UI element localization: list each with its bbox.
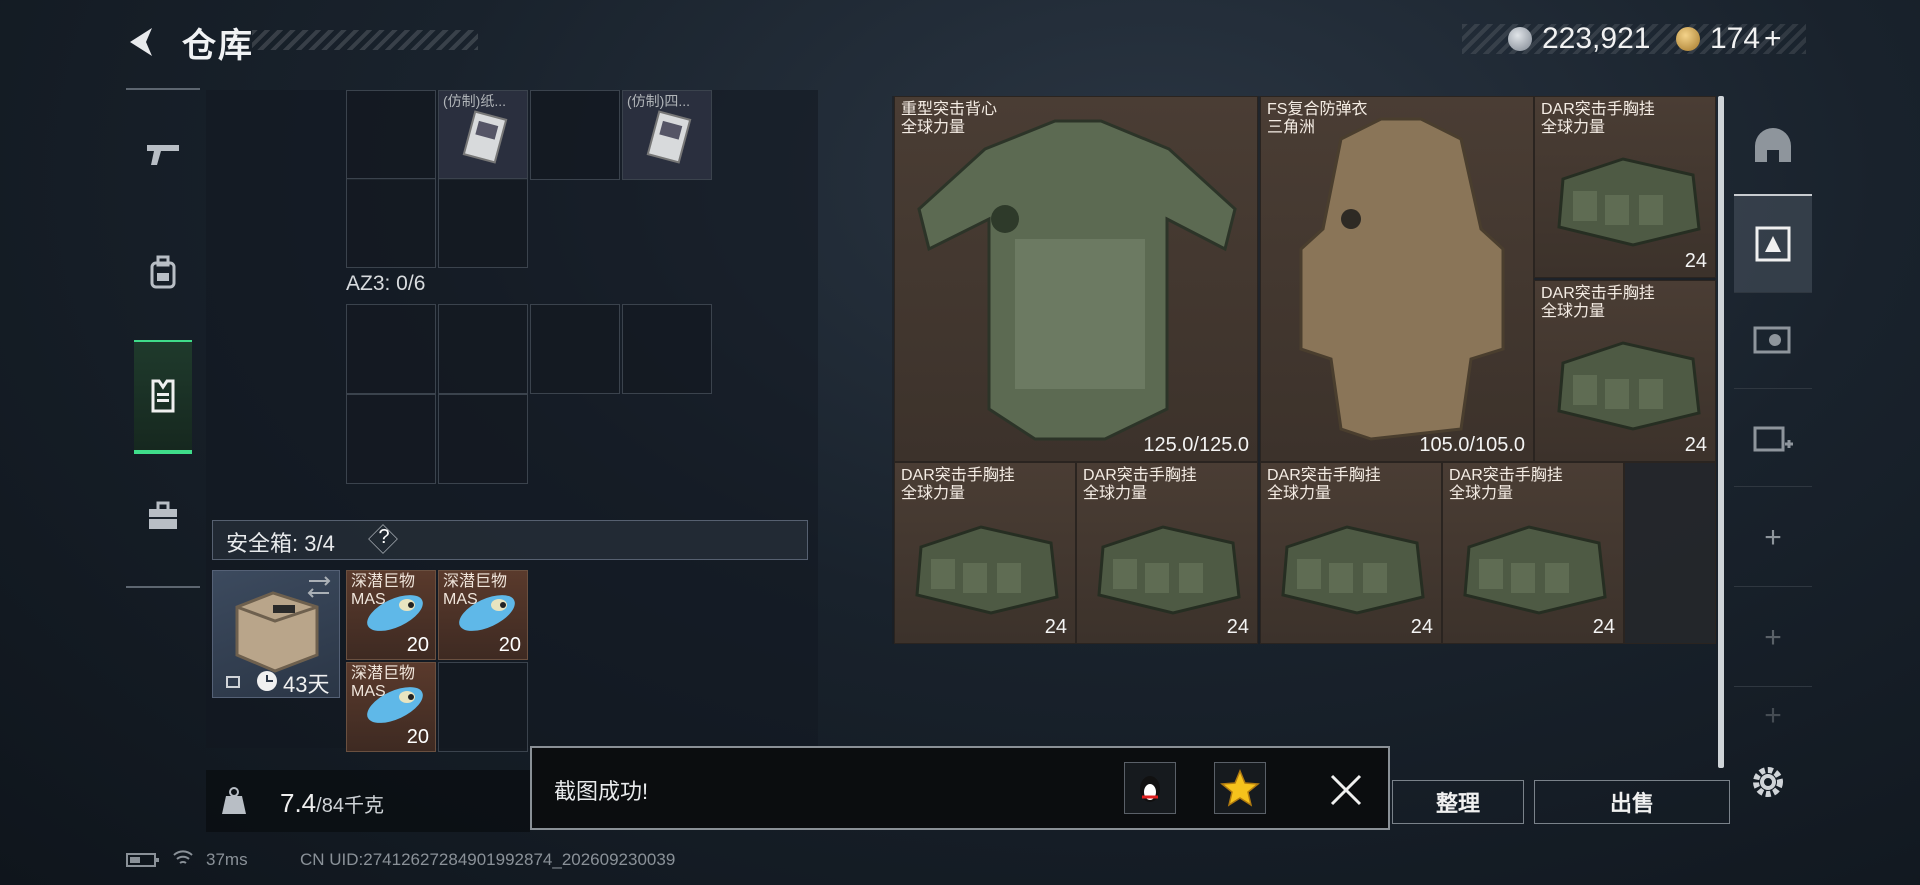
lure-item[interactable]: 深潜巨物 MAS 20 (438, 570, 528, 660)
chest-rig-icon (1281, 525, 1425, 615)
stash-scrollbar[interactable] (1718, 96, 1724, 768)
empty-slot[interactable] (530, 304, 620, 394)
empty-slot[interactable] (622, 304, 712, 394)
sidebar-item-backpacks[interactable] (134, 232, 192, 312)
wifi-icon (173, 850, 193, 864)
plus-icon: + (1764, 521, 1782, 554)
stash-item-chest-rig[interactable]: DAR突击手胸挂 全球力量 24 (1260, 462, 1442, 644)
gold-amount: 174 (1710, 22, 1761, 55)
lure-item[interactable]: 深潜巨物 MAS 20 (346, 570, 436, 660)
filter-helmet[interactable] (1734, 98, 1812, 195)
plus-icon: + (1764, 699, 1782, 732)
ping-readout: 37ms (206, 850, 248, 869)
vest-slot-icon (1755, 226, 1791, 262)
sell-button[interactable]: 出售 (1534, 780, 1730, 824)
add-slot-icon (1753, 426, 1793, 452)
az3-capacity-label: AZ3: 0/6 (346, 272, 426, 295)
safebox-label: 安全箱: 3/4 (226, 531, 335, 556)
silver-coin-icon (1508, 27, 1532, 51)
container-item[interactable]: (仿制)纸... (438, 90, 528, 180)
add-slot-button[interactable]: + (1734, 490, 1812, 587)
document-icon (646, 110, 692, 164)
add-gold-button[interactable]: + (1764, 22, 1782, 56)
empty-slot[interactable] (438, 394, 528, 484)
empty-slot[interactable] (346, 90, 436, 180)
help-mark: ? (378, 526, 390, 548)
helmet-icon (1755, 128, 1791, 162)
weight-icon (222, 787, 246, 814)
empty-slot[interactable] (1624, 462, 1716, 644)
empty-slot[interactable] (438, 178, 528, 268)
chest-rig-icon (1557, 341, 1701, 431)
toast-message: 截图成功! (554, 779, 649, 804)
heavy-assault-vest-icon (917, 119, 1237, 441)
sidebar-item-cases[interactable] (134, 476, 192, 556)
stash-item-chest-rig[interactable]: DAR突击手胸挂 全球力量 24 (1534, 96, 1716, 278)
stash-item-fs-armor[interactable]: FS复合防弹衣 三角洲 105.0/105.0 (1260, 96, 1534, 462)
ammo-icon (1753, 326, 1791, 354)
stash-item-chest-rig[interactable]: DAR突击手胸挂 全球力量 24 (1076, 462, 1258, 644)
filter-ammo[interactable] (1734, 292, 1812, 389)
battery-icon (126, 853, 159, 867)
composite-armor-icon (1299, 117, 1505, 441)
add-slot-button[interactable]: + (1734, 590, 1812, 687)
weight-readout: 7.4/84千克 (280, 788, 384, 818)
chest-rig-icon (1557, 157, 1701, 247)
add-slot-button[interactable]: + (1734, 686, 1812, 746)
container-item[interactable]: (仿制)四... (622, 90, 712, 180)
stash-item-chest-rig[interactable]: DAR突击手胸挂 全球力量 24 (1534, 280, 1716, 462)
pistol-icon (147, 145, 179, 165)
sidebar-item-weapons[interactable] (134, 114, 192, 194)
share-qzone-button[interactable] (1214, 762, 1266, 814)
empty-slot[interactable] (346, 394, 436, 484)
chest-rig-icon (1463, 525, 1607, 615)
stash-item-chest-rig[interactable]: DAR突击手胸挂 全球力量 24 (894, 462, 1076, 644)
item-label: (仿制)纸... (443, 93, 506, 109)
gear-icon[interactable] (1748, 762, 1788, 802)
chest-rig-icon (1097, 525, 1241, 615)
gold-coin-icon (1676, 27, 1700, 51)
safebox-timer: 43天 (283, 672, 330, 697)
empty-slot[interactable] (346, 178, 436, 268)
share-qq-button[interactable] (1124, 762, 1176, 814)
sort-button[interactable]: 整理 (1392, 780, 1524, 824)
stash-item-chest-rig[interactable]: DAR突击手胸挂 全球力量 24 (1442, 462, 1624, 644)
sidebar-item-vests[interactable] (134, 340, 192, 454)
empty-slot[interactable] (346, 304, 436, 394)
close-icon[interactable] (1328, 772, 1364, 808)
empty-slot[interactable] (530, 90, 620, 180)
back-arrow-icon[interactable] (122, 22, 162, 62)
qzone-star-icon (1220, 769, 1260, 807)
filter-add-slot[interactable] (1734, 390, 1812, 487)
uid-readout: CN UID:27412627284901992874_202609230039 (300, 850, 676, 869)
silver-amount: 223,921 (1542, 22, 1651, 55)
vest-icon (151, 379, 175, 413)
stash-item-heavy-vest[interactable]: 重型突击背心 全球力量 125.0/125.0 (894, 96, 1258, 462)
page-title: 仓库 (182, 27, 254, 65)
item-label: (仿制)四... (627, 93, 690, 109)
empty-slot[interactable] (438, 304, 528, 394)
briefcase-icon (149, 501, 177, 529)
qq-penguin-icon (1140, 776, 1160, 802)
safebox-item[interactable]: 43天 (212, 570, 340, 698)
backpack-icon (150, 255, 176, 289)
document-icon (462, 110, 508, 164)
filter-vest[interactable] (1734, 194, 1812, 293)
chest-rig-icon (915, 525, 1059, 615)
title-decoration (252, 30, 478, 50)
empty-slot[interactable] (438, 662, 528, 752)
lure-item[interactable]: 深潜巨物 MAS 20 (346, 662, 436, 752)
plus-icon: + (1764, 621, 1782, 654)
